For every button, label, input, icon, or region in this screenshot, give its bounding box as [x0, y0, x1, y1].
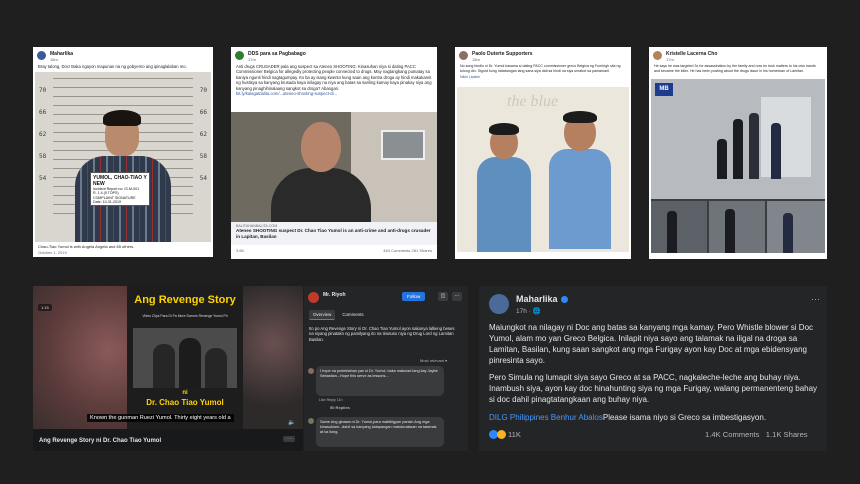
tab-comments[interactable]: Comments [338, 310, 367, 320]
comment-share-count[interactable]: 463 Comments 281 Shares [383, 248, 432, 253]
video-player[interactable]: 1:15 Ang Revenge Story Video Clips Para … [33, 286, 303, 451]
link-preview-image[interactable] [231, 112, 437, 222]
engagement-counts: 1.4K Comments 1.1K Shares [705, 430, 808, 439]
comment-bubble: Same Ang ginawa ni Dr. Yumol,para mabibi… [316, 417, 444, 447]
view-replies-link[interactable]: 50 Replies [330, 405, 350, 410]
post-card-mugshot: Maharlika 18m Bray talong, Doc! Baka nga… [33, 47, 213, 257]
video-ni: ni [182, 390, 188, 396]
mention[interactable]: Nikki Lipskie [455, 75, 631, 82]
mugshot-board: YUMOL, CHAO-TIAO Y NEW Incident Report n… [90, 172, 150, 206]
reaction-summary[interactable]: 11K [489, 430, 521, 439]
timestamp[interactable]: 17m [248, 57, 306, 62]
comment-bubble: I hope na protektahan yan si Dr. Yumol, … [316, 366, 444, 396]
reaction-count[interactable]: 3.6K [236, 248, 244, 253]
post-paragraph: Pero Simula ng lumapit siya sayo Greco a… [489, 373, 818, 404]
avatar[interactable] [653, 51, 662, 60]
video-caption: Video Clips Para Di Pa More Scenes Reven… [142, 314, 228, 318]
post-card-link: DDS para sa Pagbabago 17m Anti drugs CRU… [231, 47, 437, 259]
post-header: Paolo Duterte Supporters 18m [455, 47, 631, 62]
board-details: Incident Report no: IS-M-001 R. 1.4 (5 T… [93, 187, 140, 205]
timestamp[interactable]: 17m [666, 57, 717, 62]
post-card-main: Maharlika 17h · 🌐 ··· Maiungkot na nilag… [479, 286, 827, 451]
video-title[interactable]: Ang Revenge Story ni Dr. Chao Tiao Yumol [39, 438, 161, 444]
photo-collage[interactable]: MB [651, 79, 825, 253]
post-text: He says he was targeted 3x for assassina… [654, 64, 816, 73]
post-paragraph: Maiungkot na nilagay ni Doc ang batas sa… [489, 323, 814, 365]
volume-icon[interactable]: 🔈 [288, 419, 295, 426]
link-title: Ateneo SHOOTING suspect Dr. Chao Tiao Yu… [236, 228, 431, 239]
avatar[interactable] [37, 51, 46, 60]
avatar[interactable] [308, 292, 319, 303]
comment-actions[interactable]: Like Reply 11h [319, 398, 343, 402]
more-options-icon[interactable]: ··· [283, 436, 295, 442]
mb-logo: MB [655, 83, 673, 96]
avatar[interactable] [308, 368, 314, 374]
post-header: Kristelle Lacerna Cho 17m [649, 47, 827, 62]
post-text: Bray talong, Doc! Baka ngayon mapunan na… [38, 64, 187, 69]
more-icon[interactable]: ··· [452, 292, 462, 301]
tab-overview[interactable]: Overview [309, 310, 336, 320]
timestamp[interactable]: 18m [472, 57, 533, 62]
more-options-icon[interactable]: ··· [811, 294, 820, 304]
link-preview[interactable]: BALITAHANBALITA.COM Ateneo SHOOTING susp… [231, 222, 437, 245]
sad-icon [497, 430, 506, 439]
post-header: Maharlika 18m [33, 47, 213, 62]
video-headline: Ang Revenge Story [134, 294, 236, 306]
tab-bar: Overview Comments [309, 310, 368, 320]
timestamp[interactable]: 18m [50, 57, 73, 62]
author-name[interactable]: Mr. Riyoh [323, 292, 346, 298]
timestamp[interactable]: 17h · 🌐 [516, 307, 541, 315]
post-url[interactable]: bit.ly/kalagatdalita.com/...ateneo-shoot… [231, 91, 437, 98]
verified-badge-icon [560, 296, 568, 304]
mention-link[interactable]: DILG Philippines Benhur Abalos [489, 413, 603, 422]
post-text: No song hindlo ni Dr. Yumol kasama si da… [460, 64, 621, 73]
video-duration-badge: 1:15 [38, 304, 52, 311]
share-count[interactable]: 1.1K Shares [766, 430, 808, 439]
post-footer: Chao-Tiao Yumol is with Angela Angela an… [38, 244, 208, 255]
avatar[interactable] [459, 51, 468, 60]
save-icon[interactable]: ◫ [438, 292, 448, 301]
avatar[interactable] [235, 51, 244, 60]
reaction-count: 11K [508, 430, 521, 439]
globe-icon: 🌐 [532, 308, 541, 315]
video-subtitle: Known the gunman Ruezi Yumol. Thirty eig… [87, 414, 234, 422]
follow-button[interactable]: Follow [402, 292, 426, 301]
comment-count[interactable]: 1.4K Comments [705, 430, 759, 439]
post-card-photo: Paolo Duterte Supporters 18m No song hin… [455, 47, 631, 259]
video-description: Ito po Ang Revenge Story ni Dr. Chao Tia… [309, 326, 455, 342]
video-frame[interactable]: Ang Revenge Story Video Clips Para Di Pa… [127, 286, 243, 429]
post-date[interactable]: October 1, 2019 [38, 250, 208, 255]
post-header: DDS para sa Pagbabago 17m [231, 47, 437, 62]
author-name[interactable]: DDS para sa Pagbabago [248, 51, 306, 57]
video-doctor-name: Dr. Chao Tiao Yumol [146, 398, 224, 407]
avatar[interactable] [489, 294, 509, 314]
comment-sort-dropdown[interactable]: Most relevant ▾ [420, 358, 447, 363]
post-stats: 3.6K 463 Comments 281 Shares [231, 246, 437, 255]
author-name[interactable]: Maharlika [516, 294, 568, 304]
video-side-panel: Mr. Riyoh Follow ◫ ··· Overview Comments… [304, 286, 468, 451]
mugshot-photo[interactable]: 70 66 62 58 54 70 66 62 58 54 YUMOL, CHAO-TIAO Y… [35, 72, 211, 242]
post-photo[interactable]: the blue [457, 87, 629, 252]
post-paragraph: DILG Philippines Benhur AbalosPlease isa… [489, 413, 767, 422]
post-text: Anti drugs CRUSADER pala ang suspect sa … [236, 64, 432, 91]
avatar[interactable] [308, 418, 314, 424]
post-card-collage: Kristelle Lacerna Cho 17m He says he was… [649, 47, 827, 259]
author-name[interactable]: Paolo Duterte Supporters [472, 51, 533, 57]
photo-watermark: the blue [507, 93, 559, 110]
